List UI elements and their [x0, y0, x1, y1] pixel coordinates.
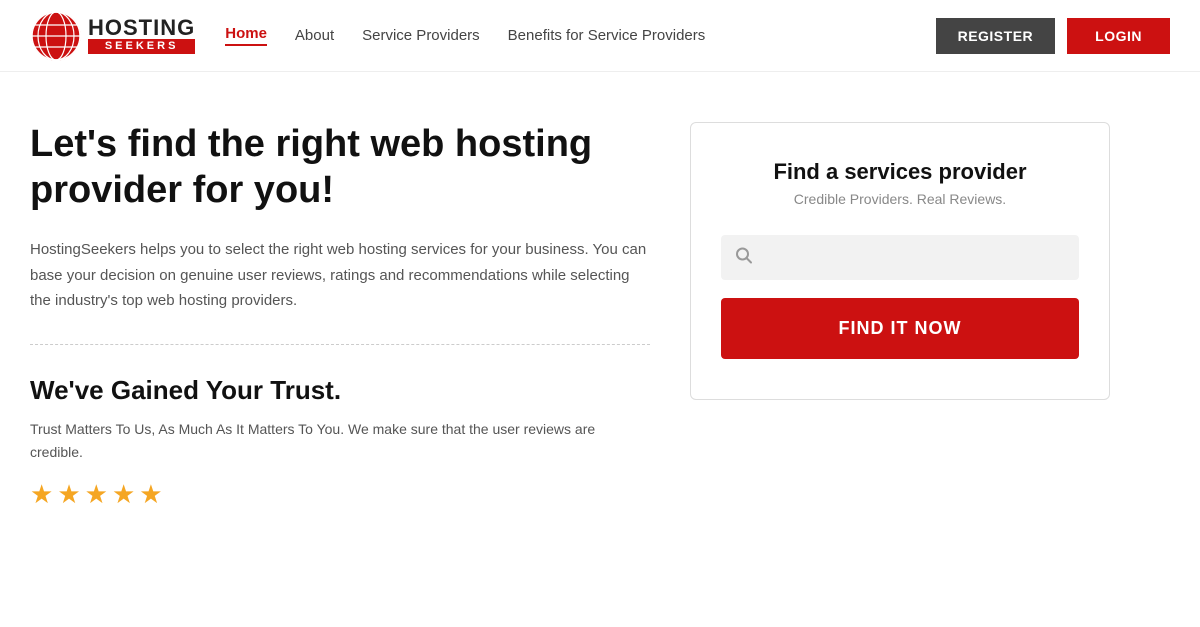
star-3: ★: [85, 479, 108, 510]
search-input-wrap: [721, 235, 1079, 280]
main-content: Let's find the right web hosting provide…: [0, 72, 1200, 540]
find-it-now-button[interactable]: FIND IT NOW: [721, 298, 1079, 359]
search-card: Find a services provider Credible Provid…: [690, 122, 1110, 400]
nav-service-providers[interactable]: Service Providers: [362, 27, 480, 44]
logo-hosting: HOSTING: [88, 17, 195, 39]
search-input[interactable]: [721, 235, 1079, 280]
logo-seekers: SEEKERS: [88, 39, 195, 54]
login-button[interactable]: LOGIN: [1067, 18, 1170, 54]
hero-title: Let's find the right web hosting provide…: [30, 122, 650, 213]
trust-title: We've Gained Your Trust.: [30, 375, 650, 406]
star-5: ★: [139, 479, 162, 510]
star-rating: ★ ★ ★ ★ ★: [30, 479, 650, 510]
star-2: ★: [57, 479, 80, 510]
trust-description: Trust Matters To Us, As Much As It Matte…: [30, 418, 650, 466]
right-column: Find a services provider Credible Provid…: [690, 122, 1110, 510]
card-subtitle: Credible Providers. Real Reviews.: [721, 191, 1079, 207]
hero-description: HostingSeekers helps you to select the r…: [30, 237, 650, 314]
left-column: Let's find the right web hosting provide…: [30, 122, 650, 510]
nav-benefits[interactable]: Benefits for Service Providers: [508, 27, 706, 44]
nav-links: Home About Service Providers Benefits fo…: [225, 25, 935, 46]
logo[interactable]: HOSTING SEEKERS: [30, 10, 195, 62]
globe-icon: [30, 10, 82, 62]
nav-home[interactable]: Home: [225, 25, 267, 46]
star-4: ★: [112, 479, 135, 510]
nav-actions: REGISTER LOGIN: [936, 18, 1170, 54]
nav-about[interactable]: About: [295, 27, 334, 44]
navbar: HOSTING SEEKERS Home About Service Provi…: [0, 0, 1200, 72]
card-title: Find a services provider: [721, 159, 1079, 185]
star-1: ★: [30, 479, 53, 510]
search-icon: [735, 246, 753, 269]
divider: [30, 344, 650, 345]
register-button[interactable]: REGISTER: [936, 18, 1056, 54]
